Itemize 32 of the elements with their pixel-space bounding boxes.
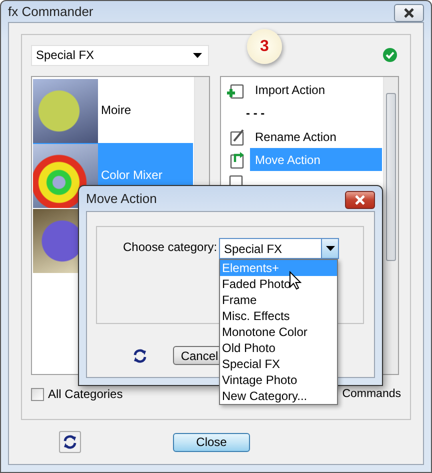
close-icon bbox=[354, 194, 366, 204]
caret-icon bbox=[193, 52, 202, 58]
dropdown-option[interactable]: Old Photo bbox=[220, 340, 337, 356]
check-circle-icon bbox=[383, 48, 397, 62]
scrollbar[interactable] bbox=[383, 77, 398, 374]
category-select[interactable]: Special FX bbox=[31, 44, 209, 66]
all-categories-checkbox[interactable]: All Categories bbox=[31, 387, 123, 401]
dropdown-option[interactable]: Monotone Color bbox=[220, 324, 337, 340]
commands-label: Commands bbox=[342, 388, 401, 400]
action-item[interactable]: Rename Action bbox=[222, 125, 382, 148]
dropdown-option[interactable]: Frame bbox=[220, 292, 337, 308]
dropdown-option[interactable]: Special FX bbox=[220, 356, 337, 372]
dropdown-option[interactable]: Faded Photo bbox=[220, 276, 337, 292]
photo-placeholder bbox=[33, 79, 98, 143]
dropdown-option[interactable]: New Category... bbox=[220, 388, 337, 404]
caret-icon bbox=[326, 246, 334, 251]
window-title: fx Commander bbox=[8, 4, 94, 19]
close-icon bbox=[403, 8, 415, 18]
action-item[interactable]: Import Action bbox=[222, 78, 382, 101]
dropdown-option[interactable]: Vintage Photo bbox=[220, 372, 337, 388]
close-dialog-button[interactable]: Close bbox=[173, 432, 250, 452]
refresh-button[interactable] bbox=[59, 431, 81, 453]
step-badge: 3 bbox=[247, 29, 282, 64]
separator-label: - - - bbox=[245, 106, 265, 120]
dropdown-option[interactable]: Misc. Effects bbox=[220, 308, 337, 324]
close-button[interactable] bbox=[394, 4, 424, 22]
field-label: Choose category: bbox=[123, 239, 218, 254]
refresh-icon bbox=[62, 434, 78, 450]
dialog-title: Move Action bbox=[86, 191, 157, 206]
close-button[interactable] bbox=[345, 190, 375, 208]
refresh-icon bbox=[132, 348, 148, 364]
mouse-pointer-icon bbox=[289, 271, 302, 290]
